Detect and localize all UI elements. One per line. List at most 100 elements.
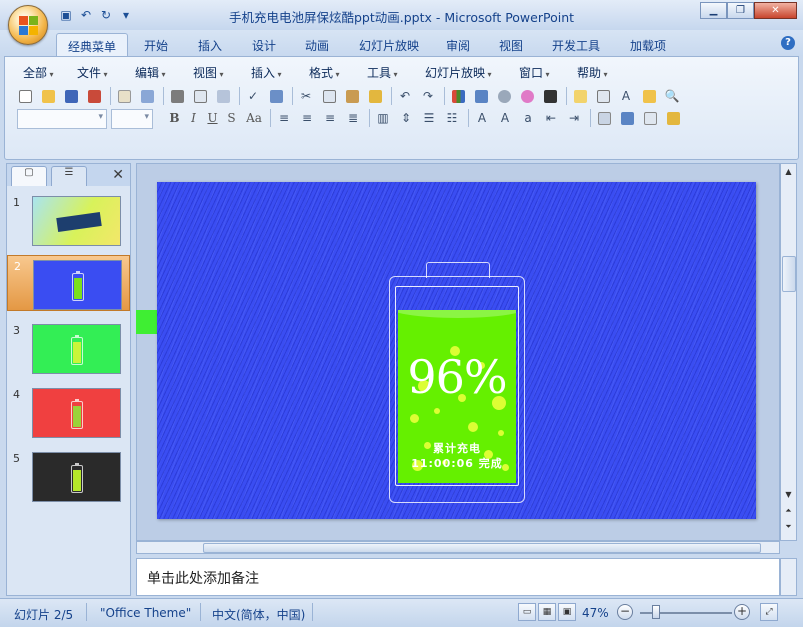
italic-button[interactable]: I <box>184 109 203 128</box>
notes-pane[interactable]: 单击此处添加备注 <box>136 558 780 596</box>
font-color-icon[interactable]: A <box>472 108 492 128</box>
next-slide-icon[interactable]: ⏷ <box>781 520 796 534</box>
menu-window[interactable]: 窗口 <box>519 64 550 81</box>
open-icon[interactable] <box>38 86 58 106</box>
arrange-icon[interactable] <box>617 108 637 128</box>
menu-tools[interactable]: 工具 <box>367 64 398 81</box>
justify-icon[interactable]: ≣ <box>343 108 363 128</box>
menu-insert[interactable]: 插入 <box>251 64 282 81</box>
new-icon[interactable] <box>15 86 35 106</box>
quick-styles-icon[interactable] <box>640 108 660 128</box>
save-file-icon[interactable] <box>61 86 81 106</box>
prev-slide-icon[interactable]: ⏶ <box>781 504 796 518</box>
outline-tab-icon[interactable]: ☰ <box>51 166 87 186</box>
zoom-slider-thumb[interactable] <box>652 605 660 619</box>
scroll-up-icon[interactable]: ▲ <box>781 165 796 179</box>
numbering-icon[interactable]: ☰ <box>419 108 439 128</box>
tab-classic-menu[interactable]: 经典菜单 <box>56 33 128 56</box>
publish-icon[interactable] <box>137 86 157 106</box>
print-icon[interactable] <box>167 86 187 106</box>
redo-toolbar-icon[interactable]: ↷ <box>418 86 438 106</box>
clipart-icon[interactable] <box>494 86 514 106</box>
menu-file[interactable]: 文件 <box>77 64 108 81</box>
scroll-down-icon[interactable]: ▼ <box>781 488 796 502</box>
print-preview-icon[interactable] <box>190 86 210 106</box>
office-button[interactable] <box>8 5 48 45</box>
slides-tab-icon[interactable]: ▢ <box>11 166 47 186</box>
format-painter-icon[interactable] <box>365 86 385 106</box>
email-icon[interactable] <box>114 86 134 106</box>
hscroll-thumb[interactable] <box>203 543 761 553</box>
tab-review[interactable]: 审阅 <box>438 33 478 56</box>
help-icon[interactable]: ? <box>781 36 795 50</box>
restore-icon[interactable]: ❐ <box>727 2 754 19</box>
copy-icon[interactable] <box>319 86 339 106</box>
grow-font-icon[interactable]: A <box>495 108 515 128</box>
menu-view[interactable]: 视图 <box>193 64 224 81</box>
grayscale-icon[interactable] <box>540 86 560 106</box>
slide-thumb-4[interactable]: 4 <box>7 384 130 440</box>
underline-button[interactable]: U <box>203 109 222 128</box>
menu-edit[interactable]: 编辑 <box>135 64 166 81</box>
minimize-icon[interactable]: ▁ <box>700 2 727 19</box>
align-left-icon[interactable]: ≡ <box>274 108 294 128</box>
shrink-font-icon[interactable]: a <box>518 108 538 128</box>
tab-design[interactable]: 设计 <box>244 33 284 56</box>
pane-close-icon[interactable]: ✕ <box>112 167 124 183</box>
decrease-indent-icon[interactable]: ⇤ <box>541 108 561 128</box>
scroll-thumb[interactable] <box>782 256 796 292</box>
chart-icon[interactable] <box>448 86 468 106</box>
folder-icon[interactable] <box>639 86 659 106</box>
research-icon[interactable] <box>266 86 286 106</box>
undo-toolbar-icon[interactable]: ↶ <box>395 86 415 106</box>
increase-indent-icon[interactable]: ⇥ <box>564 108 584 128</box>
find-icon[interactable]: 🔍 <box>662 86 682 106</box>
line-spacing-icon[interactable]: ⇕ <box>396 108 416 128</box>
font-name-combo[interactable] <box>17 109 107 129</box>
tab-view[interactable]: 视图 <box>491 33 531 56</box>
slide-thumb-3[interactable]: 3 <box>7 320 130 376</box>
menu-slideshow[interactable]: 幻灯片放映 <box>425 64 492 81</box>
color-icon[interactable] <box>517 86 537 106</box>
bold-button[interactable]: B <box>165 109 184 128</box>
tab-addins[interactable]: 加载项 <box>622 33 674 56</box>
paste-icon[interactable] <box>342 86 362 106</box>
horizontal-scrollbar[interactable] <box>136 541 780 554</box>
tab-insert[interactable]: 插入 <box>190 33 230 56</box>
zoom-level[interactable]: 47% <box>582 606 609 620</box>
permission-icon[interactable] <box>84 86 104 106</box>
spelling-icon[interactable]: ✓ <box>243 86 263 106</box>
tab-developer[interactable]: 开发工具 <box>545 33 607 56</box>
zoom-in-icon[interactable]: + <box>734 604 750 620</box>
align-center-icon[interactable]: ≡ <box>297 108 317 128</box>
notes-scrollbar[interactable] <box>780 558 797 596</box>
tab-slideshow[interactable]: 幻灯片放映 <box>352 33 426 56</box>
shadow-button[interactable]: S <box>222 109 241 128</box>
slide-layout-icon[interactable] <box>593 86 613 106</box>
menu-format[interactable]: 格式 <box>309 64 340 81</box>
slideshow-view-icon[interactable]: ▣ <box>558 603 576 621</box>
shape-fill-icon[interactable] <box>663 108 683 128</box>
font-size-combo[interactable] <box>111 109 153 129</box>
table-icon[interactable] <box>471 86 491 106</box>
language-indicator[interactable]: 中文(简体，中国) <box>212 606 305 623</box>
menu-help[interactable]: 帮助 <box>577 64 608 81</box>
fit-window-icon[interactable]: ⤢ <box>760 603 778 621</box>
slide-sorter-icon[interactable]: ▦ <box>538 603 556 621</box>
close-icon[interactable]: ✕ <box>754 2 797 19</box>
tab-home[interactable]: 开始 <box>136 33 176 56</box>
slide-thumb-1[interactable]: 1 <box>7 192 130 248</box>
slide-thumb-5[interactable]: 5 <box>7 448 130 504</box>
align-right-icon[interactable]: ≡ <box>320 108 340 128</box>
vertical-scrollbar[interactable]: ▲ ▼ ⏶ ⏷ <box>780 163 797 541</box>
bullets-icon[interactable]: ☷ <box>442 108 462 128</box>
shapes-icon[interactable] <box>594 108 614 128</box>
zoom-out-icon[interactable]: − <box>617 604 633 620</box>
columns-icon[interactable]: ▥ <box>373 108 393 128</box>
new-slide-icon[interactable] <box>570 86 590 106</box>
change-case-button[interactable]: Aa <box>241 109 267 128</box>
normal-view-icon[interactable]: ▭ <box>518 603 536 621</box>
menu-all[interactable]: 全部 <box>23 64 54 81</box>
current-slide[interactable]: 96% 累计充电 11:00:06 完成 <box>157 182 756 519</box>
cut-icon[interactable]: ✂ <box>296 86 316 106</box>
